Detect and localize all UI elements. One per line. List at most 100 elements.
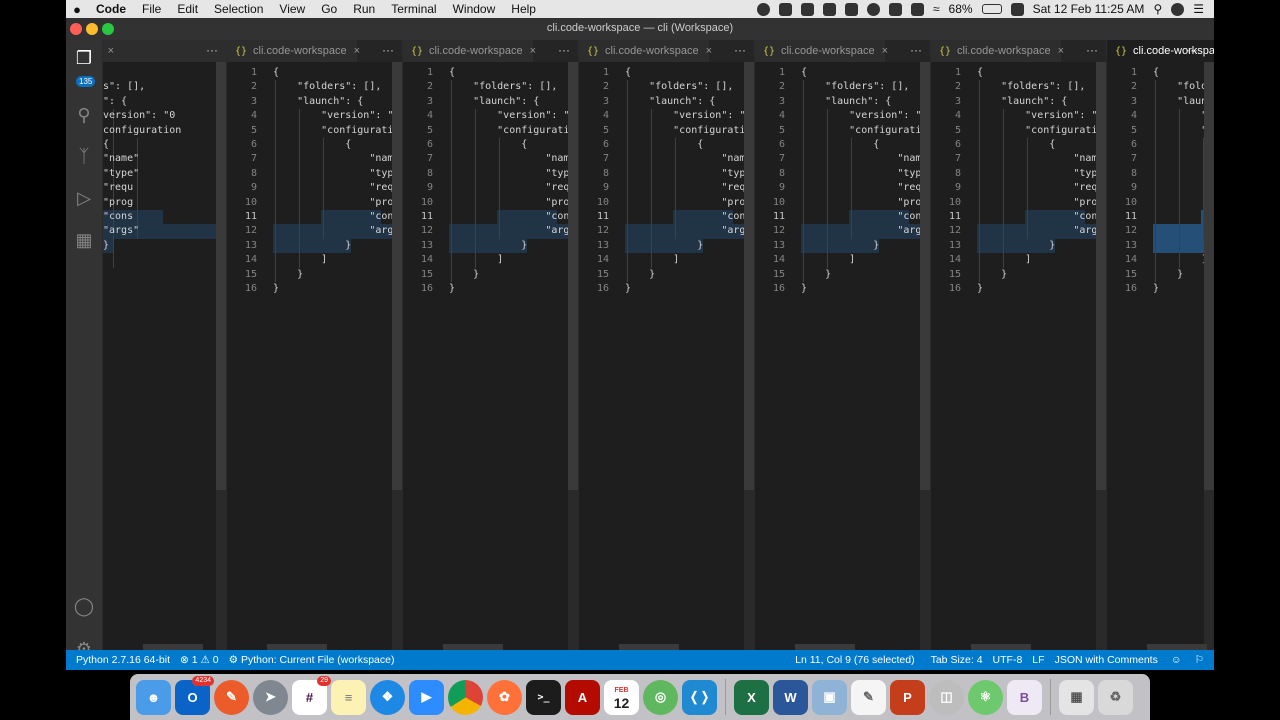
tab-cli-code-workspace[interactable]: {} cli.code-workspace × (579, 40, 712, 62)
problems-indicator[interactable]: ⊗ 1 ⚠ 0 (175, 654, 224, 666)
code-editor[interactable]: 1{2 "folders": [],3 "launch": {4 "versio… (1107, 66, 1214, 626)
screenshot-folder-icon[interactable]: ▦ (1059, 679, 1094, 715)
code-editor[interactable]: 1{2 "folders": [],3 "launch": {4 "versio… (755, 66, 930, 626)
more-actions-icon[interactable]: ··· (382, 40, 394, 62)
trash-icon[interactable]: ♻ (1098, 679, 1133, 715)
tab-cli-code-workspace[interactable]: {} cli.code-workspace × (931, 40, 1064, 62)
source-control-icon[interactable]: ᛉ (72, 144, 96, 168)
clock[interactable]: Sat 12 Feb 11:25 AM (1033, 2, 1145, 16)
menu-window[interactable]: Window (445, 2, 504, 16)
vertical-scrollbar[interactable] (568, 62, 578, 650)
vertical-scrollbar[interactable] (392, 62, 402, 650)
tab-close-icon[interactable]: × (108, 45, 114, 57)
explorer-icon[interactable]: ❐ (72, 46, 96, 70)
battery-percent[interactable]: 68% (949, 2, 973, 16)
tab-size[interactable]: Tab Size: 4 (926, 654, 988, 666)
powerpoint-icon[interactable]: P (890, 679, 925, 715)
vertical-scrollbar[interactable] (744, 62, 754, 650)
scrollbar-thumb[interactable] (744, 62, 754, 490)
finder-icon[interactable]: ☻ (136, 679, 171, 715)
accounts-icon[interactable]: ◯ (72, 594, 96, 618)
more-actions-icon[interactable]: ··· (558, 40, 570, 62)
menu-go[interactable]: Go (313, 2, 345, 16)
encoding[interactable]: UTF-8 (988, 654, 1028, 666)
notes-icon[interactable]: ≡ (331, 679, 366, 715)
bbedit-icon[interactable]: B (1007, 679, 1042, 715)
search-icon[interactable]: ⚲ (72, 103, 96, 127)
launch-config[interactable]: ⚙ Python: Current File (workspace) (224, 654, 400, 666)
more-actions-icon[interactable]: ··· (734, 40, 746, 62)
safari-icon[interactable]: ❖ (370, 679, 405, 715)
calendar-icon[interactable]: FEB 12 (604, 679, 639, 715)
tray-settings-icon[interactable] (822, 2, 836, 16)
tab-close-icon[interactable]: × (354, 45, 360, 57)
apple-menu-icon[interactable]: ● (66, 2, 88, 17)
menu-edit[interactable]: Edit (169, 2, 206, 16)
tab-cli-code-workspace[interactable]: {} cli.code-workspace × (755, 40, 888, 62)
code-editor[interactable]: 1{2 "folders": [],3 "launch": {4 "versio… (579, 66, 754, 626)
notification-center-icon[interactable]: ☰ (1193, 2, 1204, 16)
tray-app-icon[interactable] (778, 2, 792, 16)
bluetooth-icon[interactable] (910, 2, 924, 16)
more-actions-icon[interactable]: ··· (910, 40, 922, 62)
database-app-icon[interactable]: ◫ (929, 679, 964, 715)
tab-close-icon[interactable]: × (706, 45, 712, 57)
record-icon[interactable] (756, 2, 770, 16)
run-debug-icon[interactable]: ▷ (72, 186, 96, 210)
code-editor[interactable]: 1{2 "folders": [],3 "launch": {4 "versio… (227, 66, 402, 626)
network-app-icon[interactable]: ◎ (643, 679, 678, 715)
notifications-bell-icon[interactable]: ⚐ (1190, 654, 1214, 666)
word-icon[interactable]: W (773, 679, 808, 715)
excel-icon[interactable]: X (734, 679, 769, 715)
scrollbar-thumb[interactable] (1096, 62, 1106, 490)
vertical-scrollbar[interactable] (920, 62, 930, 650)
scrollbar-thumb[interactable] (1204, 62, 1214, 490)
vertical-scrollbar[interactable] (216, 62, 226, 650)
vscode-icon[interactable]: ❬❭ (682, 679, 717, 715)
end-of-line[interactable]: LF (1027, 654, 1049, 666)
menu-help[interactable]: Help (503, 2, 544, 16)
acrobat-icon[interactable]: A (565, 679, 600, 715)
tray-shield-icon[interactable] (844, 2, 858, 16)
menu-selection[interactable]: Selection (206, 2, 271, 16)
scrollbar-thumb[interactable] (216, 62, 226, 490)
menu-file[interactable]: File (134, 2, 169, 16)
tab-close-icon[interactable]: × (882, 45, 888, 57)
textedit-icon[interactable]: ✎ (851, 679, 886, 715)
spotlight-search-icon[interactable]: ⚲ (1153, 2, 1162, 16)
zoom-icon[interactable]: ▶ (409, 679, 444, 715)
terminal-icon[interactable]: >_ (526, 679, 561, 715)
close-window-button[interactable] (70, 23, 82, 35)
code-editor[interactable]: s": [], ": {version": "0 configuration {"na… (103, 66, 226, 626)
more-actions-icon[interactable]: ··· (206, 40, 218, 62)
firefox-icon[interactable]: ✿ (487, 679, 522, 715)
language-mode[interactable]: JSON with Comments (1050, 654, 1163, 666)
battery-icon[interactable] (981, 4, 1002, 14)
chrome-icon[interactable] (448, 679, 483, 715)
outlook-icon[interactable]: O 4234 (175, 675, 214, 715)
minimize-window-button[interactable] (86, 23, 98, 35)
menu-view[interactable]: View (271, 2, 313, 16)
atom-icon[interactable]: ⚛ (968, 679, 1003, 715)
tab-close-icon[interactable]: × (1058, 45, 1064, 57)
feedback-icon[interactable]: ☺ (1163, 654, 1190, 666)
preview-icon[interactable]: ▣ (812, 679, 847, 715)
code-editor[interactable]: 1{2 "folders": [],3 "launch": {4 "versio… (931, 66, 1106, 626)
tab-cli-code-workspace[interactable]: {} cli.code-workspace × (227, 40, 360, 62)
vertical-scrollbar[interactable] (1204, 62, 1214, 650)
more-actions-icon[interactable]: ··· (1086, 40, 1098, 62)
tab-cli-code-workspace[interactable]: {} cli.code-workspace × (403, 40, 536, 62)
slack-icon[interactable]: #29 (292, 675, 331, 715)
menu-app-code[interactable]: Code (88, 2, 134, 16)
more-actions-icon[interactable]: ··· (1186, 40, 1198, 62)
extensions-icon[interactable]: ▦ (72, 228, 96, 252)
cursor-position[interactable]: Ln 11, Col 9 (76 selected) (790, 654, 919, 666)
code-editor[interactable]: 1{2 "folders": [],3 "launch": {4 "versio… (403, 66, 578, 626)
python-interpreter[interactable]: Python 2.7.16 64-bit (66, 654, 175, 666)
scrollbar-thumb[interactable] (920, 62, 930, 490)
scrollbar-thumb[interactable] (392, 62, 402, 490)
siri-icon[interactable] (1171, 2, 1185, 16)
wifi-icon[interactable]: ≈ (933, 2, 940, 16)
tab-close-icon[interactable]: × (530, 45, 536, 57)
tray-screen-icon[interactable] (888, 2, 902, 16)
